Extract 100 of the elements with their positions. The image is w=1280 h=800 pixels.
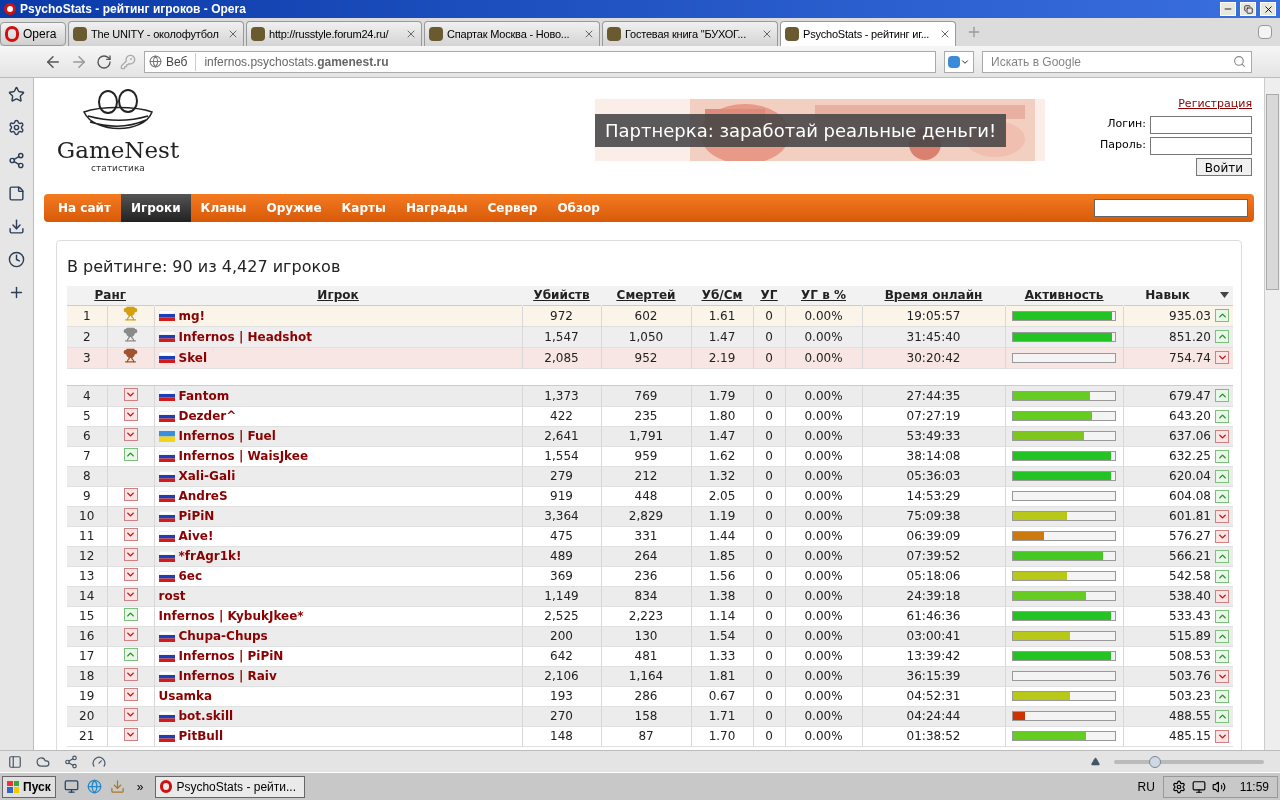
close-button[interactable] [1260, 2, 1276, 16]
table-cell: 642 [522, 646, 601, 666]
player-link[interactable]: rost [158, 587, 186, 605]
share-icon[interactable] [8, 152, 25, 169]
table-cell: 448 [601, 486, 691, 506]
minimize-button[interactable] [1220, 2, 1236, 16]
skill-value: 488.55 [1169, 708, 1211, 725]
note-icon[interactable] [8, 185, 25, 202]
opera-menu-button[interactable]: Opera [0, 22, 66, 46]
player-link[interactable]: PiPiN [178, 507, 215, 525]
player-link[interactable]: Infernos | PiPiN [178, 647, 284, 665]
table-cell: 0.00% [785, 706, 862, 726]
skill-value: 485.15 [1169, 728, 1211, 745]
player-link[interactable]: Aive! [178, 527, 214, 545]
tab-label: The UNITY - околофутбол [91, 26, 220, 42]
table-cell: 369 [522, 566, 601, 586]
player-link[interactable]: Infernos | Headshot [178, 327, 312, 346]
desktop-icon[interactable] [63, 779, 79, 794]
player-link[interactable]: Infernos | Fuel [178, 427, 276, 445]
rank-cell: 17 [67, 646, 107, 666]
password-field[interactable] [1150, 136, 1252, 155]
player-link[interactable]: Infernos | Raiv [178, 667, 277, 685]
banner-text[interactable]: Партнерка: заработай реальные деньги! [595, 114, 1007, 147]
player-link[interactable]: Infernos | KybukJkee* [158, 607, 304, 625]
player-link[interactable]: Dezder^ [178, 407, 237, 425]
player-link[interactable]: 6ec [178, 567, 203, 585]
cloud-icon[interactable] [36, 754, 50, 769]
login-field[interactable] [1150, 115, 1252, 134]
player-link[interactable]: bot.skill [178, 707, 234, 725]
player-link[interactable]: Infernos | WaisJkee [178, 447, 309, 465]
more-button[interactable]: » [132, 777, 148, 796]
table-cell: 07:39:52 [862, 546, 1005, 566]
login-button[interactable]: Войти [1195, 157, 1252, 176]
skill-value: 604.08 [1169, 488, 1211, 505]
player-link[interactable]: Skel [178, 348, 208, 367]
skill-value: 620.04 [1169, 468, 1211, 485]
table-cell: 1,547 [522, 326, 601, 347]
reload-icon[interactable] [96, 53, 112, 70]
browser-tab[interactable]: http://russtyle.forum24.ru/ [246, 21, 422, 46]
speed-icon[interactable] [92, 754, 106, 769]
player-link[interactable]: AndreS [178, 487, 228, 505]
start-button[interactable]: Пуск [2, 775, 56, 798]
language-indicator[interactable]: RU [1137, 777, 1155, 796]
browser-tab[interactable]: Гостевая книга "БУХОГ... [602, 21, 778, 46]
star-icon[interactable] [8, 86, 25, 103]
table-cell: 0 [753, 686, 785, 706]
panel-icon[interactable] [8, 754, 22, 769]
plus-icon[interactable] [8, 284, 25, 301]
skill-value: 643.20 [1169, 408, 1211, 425]
register-link[interactable]: Регистрация [1178, 96, 1252, 113]
column-header[interactable]: Время онлайн [884, 288, 983, 303]
column-header[interactable]: Ранг [94, 288, 126, 303]
search-field[interactable]: Искать в Google [982, 50, 1252, 73]
share-icon[interactable] [64, 754, 78, 769]
rank-cell: 4 [67, 386, 107, 406]
column-header[interactable]: Уб/См [701, 288, 743, 303]
player-link[interactable]: mg! [178, 306, 206, 325]
rank-cell: 11 [67, 526, 107, 546]
address-field[interactable]: Веб infernos.psychostats.gamenest.ru [144, 50, 936, 73]
table-cell: 13:39:42 [862, 646, 1005, 666]
search-icon[interactable] [1233, 54, 1246, 68]
up-triangle-icon[interactable] [1091, 757, 1100, 766]
player-link[interactable]: Xali-Gali [178, 467, 236, 485]
player-link[interactable]: PitBull [178, 727, 224, 745]
site-search-field[interactable] [1094, 199, 1248, 217]
player-link[interactable]: Usamka [158, 687, 213, 705]
close-icon[interactable] [227, 28, 239, 40]
close-icon[interactable] [939, 28, 951, 40]
close-icon[interactable] [583, 28, 595, 40]
table-cell: 148 [522, 726, 601, 746]
download-icon[interactable] [8, 218, 25, 235]
clock-icon[interactable] [8, 251, 25, 268]
slider-thumb[interactable] [1148, 755, 1161, 768]
column-header[interactable]: Игрок [317, 288, 359, 303]
volume-icon[interactable] [1211, 779, 1226, 794]
browser-tab[interactable]: PsychoStats - рейтинг иг... [780, 21, 956, 46]
table-cell: 1,554 [522, 446, 601, 466]
player-link[interactable]: *frAgr1k! [178, 547, 242, 565]
taskbar-task[interactable]: PsychoStats - рейти... [155, 775, 306, 798]
column-header[interactable]: УГ [760, 288, 778, 303]
restore-button[interactable] [1240, 2, 1256, 16]
column-header[interactable]: Навык [1145, 286, 1190, 305]
table-cell: 0.00% [785, 506, 862, 526]
table-cell: 0.00% [785, 666, 862, 686]
gear-icon[interactable] [1171, 779, 1186, 794]
close-icon[interactable] [761, 28, 773, 40]
sort-down-icon[interactable] [1220, 292, 1229, 299]
search-engine-button[interactable] [944, 50, 974, 73]
column-header[interactable]: УГ в % [801, 288, 846, 303]
column-header[interactable]: Смертей [616, 288, 676, 303]
browser-tab[interactable]: Спартак Москва - Ново... [424, 21, 600, 46]
player-link[interactable]: Chupa-Chups [178, 627, 268, 645]
settings-icon[interactable] [8, 119, 25, 136]
column-header[interactable]: Убийств [533, 288, 590, 303]
player-link[interactable]: Fantom [178, 386, 230, 405]
close-icon[interactable] [405, 28, 417, 40]
browser-tab[interactable]: The UNITY - околофутбол [68, 21, 244, 46]
scrollbar[interactable] [1264, 78, 1280, 750]
nav-tab[interactable]: Игроки [120, 194, 191, 222]
column-header[interactable]: Активность [1024, 288, 1104, 303]
